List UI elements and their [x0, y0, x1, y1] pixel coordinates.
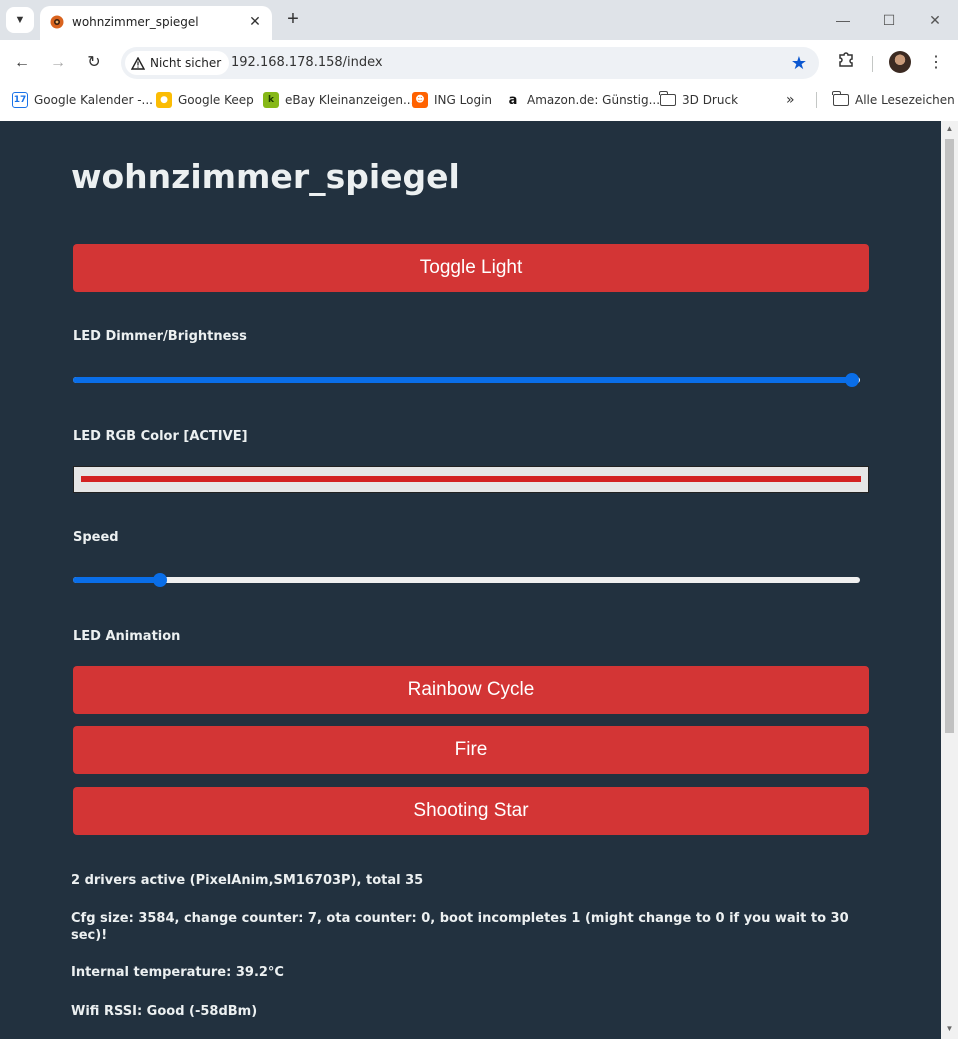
- rgb-color-label: LED RGB Color [ACTIVE]: [73, 429, 248, 444]
- drivers-info: 2 drivers active (PixelAnim,SM16703P), t…: [71, 873, 424, 888]
- extensions-icon[interactable]: [833, 50, 859, 76]
- forward-arrow-icon[interactable]: →: [45, 50, 71, 76]
- bookmark-folder-3d-druck[interactable]: 3D Druck: [659, 91, 739, 109]
- bookmarks-overflow-chevron-icon[interactable]: »: [786, 91, 795, 109]
- fire-button[interactable]: Fire: [73, 726, 869, 774]
- bookmark-label: eBay Kleinanzeigen...: [285, 93, 415, 107]
- more-menu-icon[interactable]: ⋮: [923, 50, 949, 76]
- warning-icon: [131, 56, 145, 70]
- scrollbar-thumb[interactable]: [945, 139, 954, 733]
- url-text[interactable]: 192.168.178.158/index: [231, 55, 383, 70]
- bookmark-label: Google Kalender -...: [34, 93, 153, 107]
- slider-fill: [73, 577, 160, 583]
- page-content: wohnzimmer_spiegel Toggle Light LED Dimm…: [0, 121, 941, 1039]
- bookmark-google-kalender[interactable]: 17 Google Kalender -...: [12, 91, 153, 109]
- security-chip[interactable]: Nicht sicher: [125, 51, 230, 75]
- bookmark-ing-login[interactable]: ☻ ING Login: [412, 91, 492, 109]
- shooting-star-button[interactable]: Shooting Star: [73, 787, 869, 835]
- slider-track: [73, 577, 860, 583]
- scroll-up-arrow-icon[interactable]: ▲: [945, 124, 954, 133]
- temperature-info: Internal temperature: 39.2°C: [71, 965, 284, 980]
- reload-icon[interactable]: ↻: [81, 50, 107, 76]
- tab-strip: ▼ wohnzimmer_spiegel ✕ + — ☐ ✕: [0, 0, 958, 40]
- close-tab-icon[interactable]: ✕: [246, 12, 264, 30]
- bookmark-label: Amazon.de: Günstig...: [527, 93, 661, 107]
- bookmarks-bar: 17 Google Kalender -... ● Google Keep k …: [0, 86, 958, 114]
- browser-toolbar: ← → ↻ Nicht sicher 192.168.178.158/index…: [0, 40, 958, 86]
- scroll-down-arrow-icon[interactable]: ▼: [945, 1024, 954, 1033]
- minimize-icon[interactable]: —: [828, 8, 858, 32]
- tab-search-button[interactable]: ▼: [6, 7, 34, 33]
- bookmark-label: Google Keep: [178, 93, 254, 107]
- chevron-down-icon: ▼: [14, 14, 26, 26]
- color-swatch: [81, 476, 861, 482]
- new-tab-button[interactable]: +: [282, 9, 304, 31]
- toolbar-divider: [872, 56, 873, 72]
- back-arrow-icon[interactable]: ←: [9, 50, 35, 76]
- bookmark-label: 3D Druck: [682, 93, 739, 107]
- profile-avatar[interactable]: [889, 51, 911, 73]
- ing-icon: ☻: [412, 92, 428, 108]
- speed-slider[interactable]: [73, 573, 860, 587]
- security-label: Nicht sicher: [150, 56, 222, 70]
- rgb-color-picker[interactable]: [73, 466, 869, 493]
- slider-thumb[interactable]: [152, 573, 167, 587]
- address-bar[interactable]: Nicht sicher 192.168.178.158/index ★: [121, 47, 819, 79]
- bookmark-google-keep[interactable]: ● Google Keep: [156, 91, 254, 109]
- slider-fill: [73, 377, 853, 383]
- ebay-kleinanzeigen-icon: k: [263, 92, 279, 108]
- bookmark-all-bookmarks[interactable]: Alle Lesezeichen: [832, 91, 955, 109]
- bookmark-ebay-kleinanzeigen[interactable]: k eBay Kleinanzeigen...: [263, 91, 414, 109]
- led-animation-label: LED Animation: [73, 629, 181, 644]
- bookmarks-divider: [816, 92, 817, 108]
- bookmark-star-icon[interactable]: ★: [791, 52, 807, 74]
- cfg-info: Cfg size: 3584, change counter: 7, ota c…: [71, 911, 849, 943]
- gear-favicon-icon: [50, 15, 64, 29]
- keep-icon: ●: [156, 92, 172, 108]
- close-window-icon[interactable]: ✕: [920, 8, 950, 32]
- bookmark-label: Alle Lesezeichen: [855, 93, 955, 107]
- tab-title: wohnzimmer_spiegel: [72, 15, 199, 29]
- calendar-icon: 17: [12, 92, 28, 108]
- rainbow-cycle-button[interactable]: Rainbow Cycle: [73, 666, 869, 714]
- bookmark-amazon[interactable]: a Amazon.de: Günstig...: [505, 91, 660, 109]
- speed-label: Speed: [73, 530, 119, 545]
- maximize-icon[interactable]: ☐: [874, 8, 904, 32]
- folder-icon: [832, 91, 849, 106]
- brightness-slider[interactable]: [73, 373, 860, 387]
- toggle-light-button[interactable]: Toggle Light: [73, 244, 869, 292]
- active-tab[interactable]: wohnzimmer_spiegel ✕: [40, 6, 272, 40]
- slider-thumb[interactable]: [845, 373, 860, 387]
- amazon-icon: a: [505, 92, 521, 108]
- page-scrollbar[interactable]: ▲ ▼: [941, 121, 958, 1039]
- folder-icon: [659, 91, 676, 106]
- wifi-rssi-info: Wifi RSSI: Good (-58dBm): [71, 1004, 258, 1019]
- brightness-label: LED Dimmer/Brightness: [73, 329, 247, 344]
- bookmark-label: ING Login: [434, 93, 493, 107]
- browser-chrome: ▼ wohnzimmer_spiegel ✕ + — ☐ ✕ ← → ↻ Nic…: [0, 0, 958, 121]
- page-title: wohnzimmer_spiegel: [71, 157, 460, 196]
